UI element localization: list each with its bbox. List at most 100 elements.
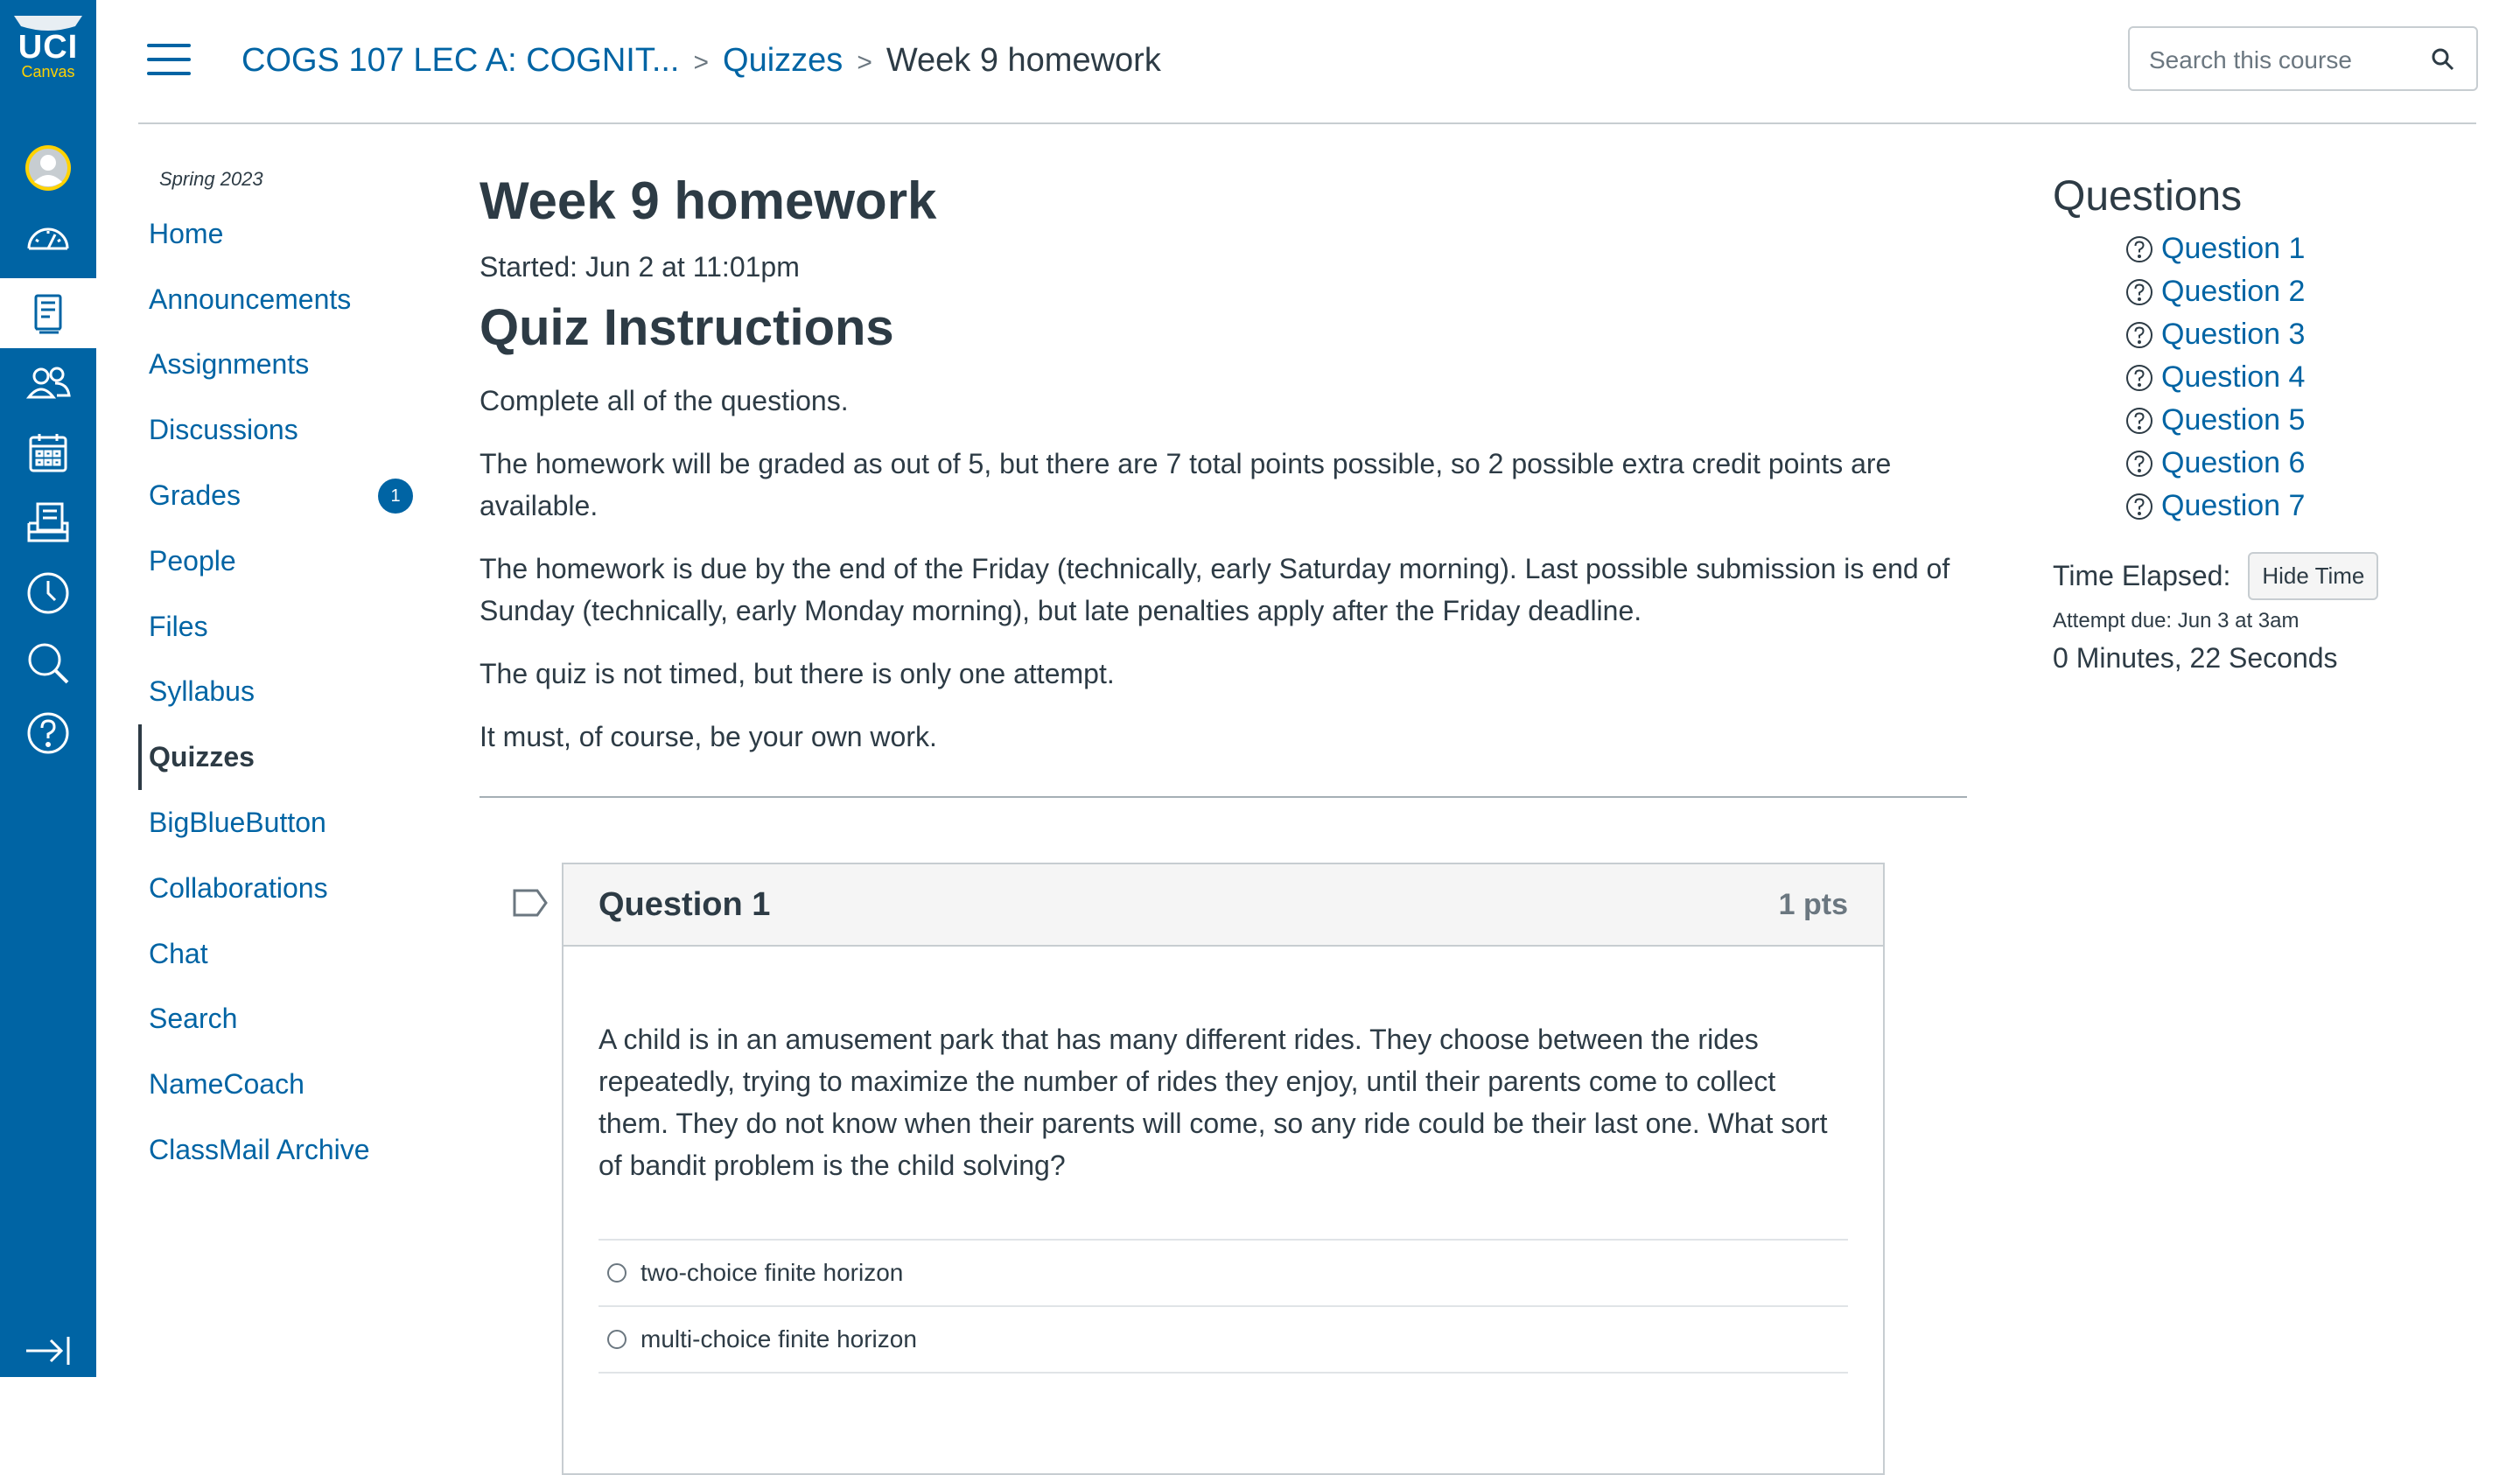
question-link-label: Question 1 (2161, 232, 2306, 265)
question-link[interactable]: Question 4 (2124, 356, 2473, 399)
answer-list: two-choice finite horizon multi-choice f… (598, 1239, 1848, 1374)
question-mark-icon (2126, 321, 2152, 348)
course-nav-discussions[interactable]: Discussions (138, 397, 427, 463)
breadcrumb-quizzes[interactable]: Quizzes (723, 42, 843, 79)
instruction-paragraph: It must, of course, be your own work. (480, 721, 937, 752)
groups-icon (25, 367, 71, 399)
search-icon[interactable] (2429, 45, 2457, 73)
breadcrumb: COGS 107 LEC A: COGNIT... > Quizzes > Week 9… (242, 38, 1161, 85)
question-mark-icon (2126, 278, 2152, 305)
instruction-paragraph: The homework is due by the end of the Fr… (480, 553, 1950, 626)
page-header: COGS 107 LEC A: COGNIT... > Quizzes > Week 9… (138, 0, 2478, 124)
flag-question-icon[interactable] (511, 885, 550, 920)
calendar-nav-item[interactable] (0, 418, 96, 488)
elapsed-time-value: 0 Minutes, 22 Seconds (2053, 642, 2338, 674)
started-timestamp: Started: Jun 2 at 11:01pm (480, 251, 800, 283)
instruction-paragraph: The homework will be graded as out of 5,… (480, 448, 1892, 521)
question-link[interactable]: Question 5 (2124, 399, 2473, 442)
dashboard-icon (27, 227, 69, 250)
course-nav-grades[interactable]: Grades 1 (138, 463, 427, 528)
help-icon (27, 712, 69, 754)
question-link-label: Question 2 (2161, 275, 2306, 308)
radio-button[interactable] (607, 1263, 626, 1283)
questions-heading: Questions (2053, 173, 2243, 220)
answer-option[interactable]: two-choice finite horizon (598, 1241, 1848, 1307)
menu-toggle-icon[interactable] (147, 44, 191, 75)
question-link-label: Question 5 (2161, 403, 2306, 437)
courses-icon (34, 294, 62, 334)
course-nav-announcements[interactable]: Announcements (138, 267, 427, 332)
course-search[interactable] (2128, 26, 2478, 91)
search-nav-item[interactable] (0, 628, 96, 698)
account-nav-item[interactable] (0, 133, 96, 203)
instruction-paragraph: The quiz is not timed, but there is only… (480, 658, 1115, 689)
logo-subtext: Canvas (21, 63, 75, 80)
course-nav: Spring 2023 Home Announcements Assignmen… (138, 157, 427, 1183)
course-nav-namecoach[interactable]: NameCoach (138, 1052, 427, 1117)
grades-count-badge: 1 (378, 479, 413, 514)
instructions-heading: Quiz Instructions (480, 299, 894, 356)
course-nav-home[interactable]: Home (138, 201, 427, 267)
course-nav-grades-label: Grades (149, 479, 241, 512)
course-nav-people[interactable]: People (138, 528, 427, 594)
course-nav-search[interactable]: Search (138, 987, 427, 1052)
instruction-paragraph: Complete all of the questions. (480, 385, 849, 416)
question-link[interactable]: Question 1 (2124, 227, 2473, 270)
question-points: 1 pts (1778, 887, 1848, 921)
collapse-nav-icon[interactable] (23, 1333, 74, 1368)
questions-sidebar: Questions Question 1 Question 2 Question… (2053, 166, 2473, 675)
question-links: Question 1 Question 2 Question 3 Questio… (2124, 227, 2473, 528)
question-mark-icon (2126, 450, 2152, 477)
chevron-right-icon: > (693, 48, 710, 77)
course-nav-syllabus[interactable]: Syllabus (138, 660, 427, 725)
course-nav-classmail-archive[interactable]: ClassMail Archive (138, 1117, 427, 1183)
question-mark-icon (2126, 235, 2152, 262)
question-link[interactable]: Question 7 (2124, 485, 2473, 528)
instructions-body: Complete all of the questions. The homew… (480, 380, 1967, 798)
question-link[interactable]: Question 6 (2124, 442, 2473, 485)
course-nav-bigbluebutton[interactable]: BigBlueButton (138, 790, 427, 856)
search-input[interactable] (2147, 44, 2431, 77)
breadcrumb-course[interactable]: COGS 107 LEC A: COGNIT... (242, 42, 680, 79)
account-icon (25, 145, 71, 191)
question-link[interactable]: Question 2 (2124, 270, 2473, 313)
course-nav-files[interactable]: Files (138, 594, 427, 660)
question-name: Question 1 (598, 885, 771, 923)
chevron-right-icon: > (857, 48, 872, 77)
question-link[interactable]: Question 3 (2124, 313, 2473, 356)
help-nav-item[interactable] (0, 698, 96, 768)
question-link-label: Question 6 (2161, 446, 2306, 479)
question-link-label: Question 4 (2161, 360, 2306, 394)
attempt-due: Attempt due: Jun 3 at 3am (2053, 609, 2300, 633)
groups-nav-item[interactable] (0, 348, 96, 418)
courses-nav-item[interactable] (0, 278, 96, 348)
dashboard-nav-item[interactable] (0, 203, 96, 273)
question-mark-icon (2126, 493, 2152, 520)
term-label: Spring 2023 (159, 168, 263, 190)
answer-label: multi-choice finite horizon (640, 1325, 917, 1353)
question-text: A child is in an amusement park that has… (598, 1024, 1828, 1181)
breadcrumb-current: Week 9 homework (886, 42, 1161, 79)
time-elapsed-row: Time Elapsed: Hide Time (2053, 552, 2473, 600)
uci-canvas-logo[interactable]: UCI Canvas (10, 12, 86, 91)
search-icon (28, 643, 69, 684)
course-nav-assignments[interactable]: Assignments (138, 332, 427, 398)
history-nav-item[interactable] (0, 558, 96, 628)
answer-option[interactable]: multi-choice finite horizon (598, 1307, 1848, 1374)
question-mark-icon (2126, 364, 2152, 391)
page-title: Week 9 homework (480, 171, 937, 230)
hide-time-button[interactable]: Hide Time (2248, 552, 2379, 600)
answer-label: two-choice finite horizon (640, 1259, 904, 1286)
logo-text: UCI (18, 29, 79, 66)
inbox-nav-item[interactable] (0, 488, 96, 558)
course-nav-chat[interactable]: Chat (138, 921, 427, 987)
quiz-content: Week 9 homework Started: Jun 2 at 11:01p… (480, 157, 1967, 798)
question-header: Question 1 1 pts (564, 864, 1883, 947)
question-link-label: Question 3 (2161, 318, 2306, 351)
calendar-icon (29, 434, 67, 472)
history-icon (27, 572, 69, 614)
course-nav-collaborations[interactable]: Collaborations (138, 856, 427, 921)
question-card: Question 1 1 pts A child is in an amusem… (562, 863, 1885, 1475)
course-nav-quizzes[interactable]: Quizzes (138, 724, 427, 791)
radio-button[interactable] (607, 1330, 626, 1349)
